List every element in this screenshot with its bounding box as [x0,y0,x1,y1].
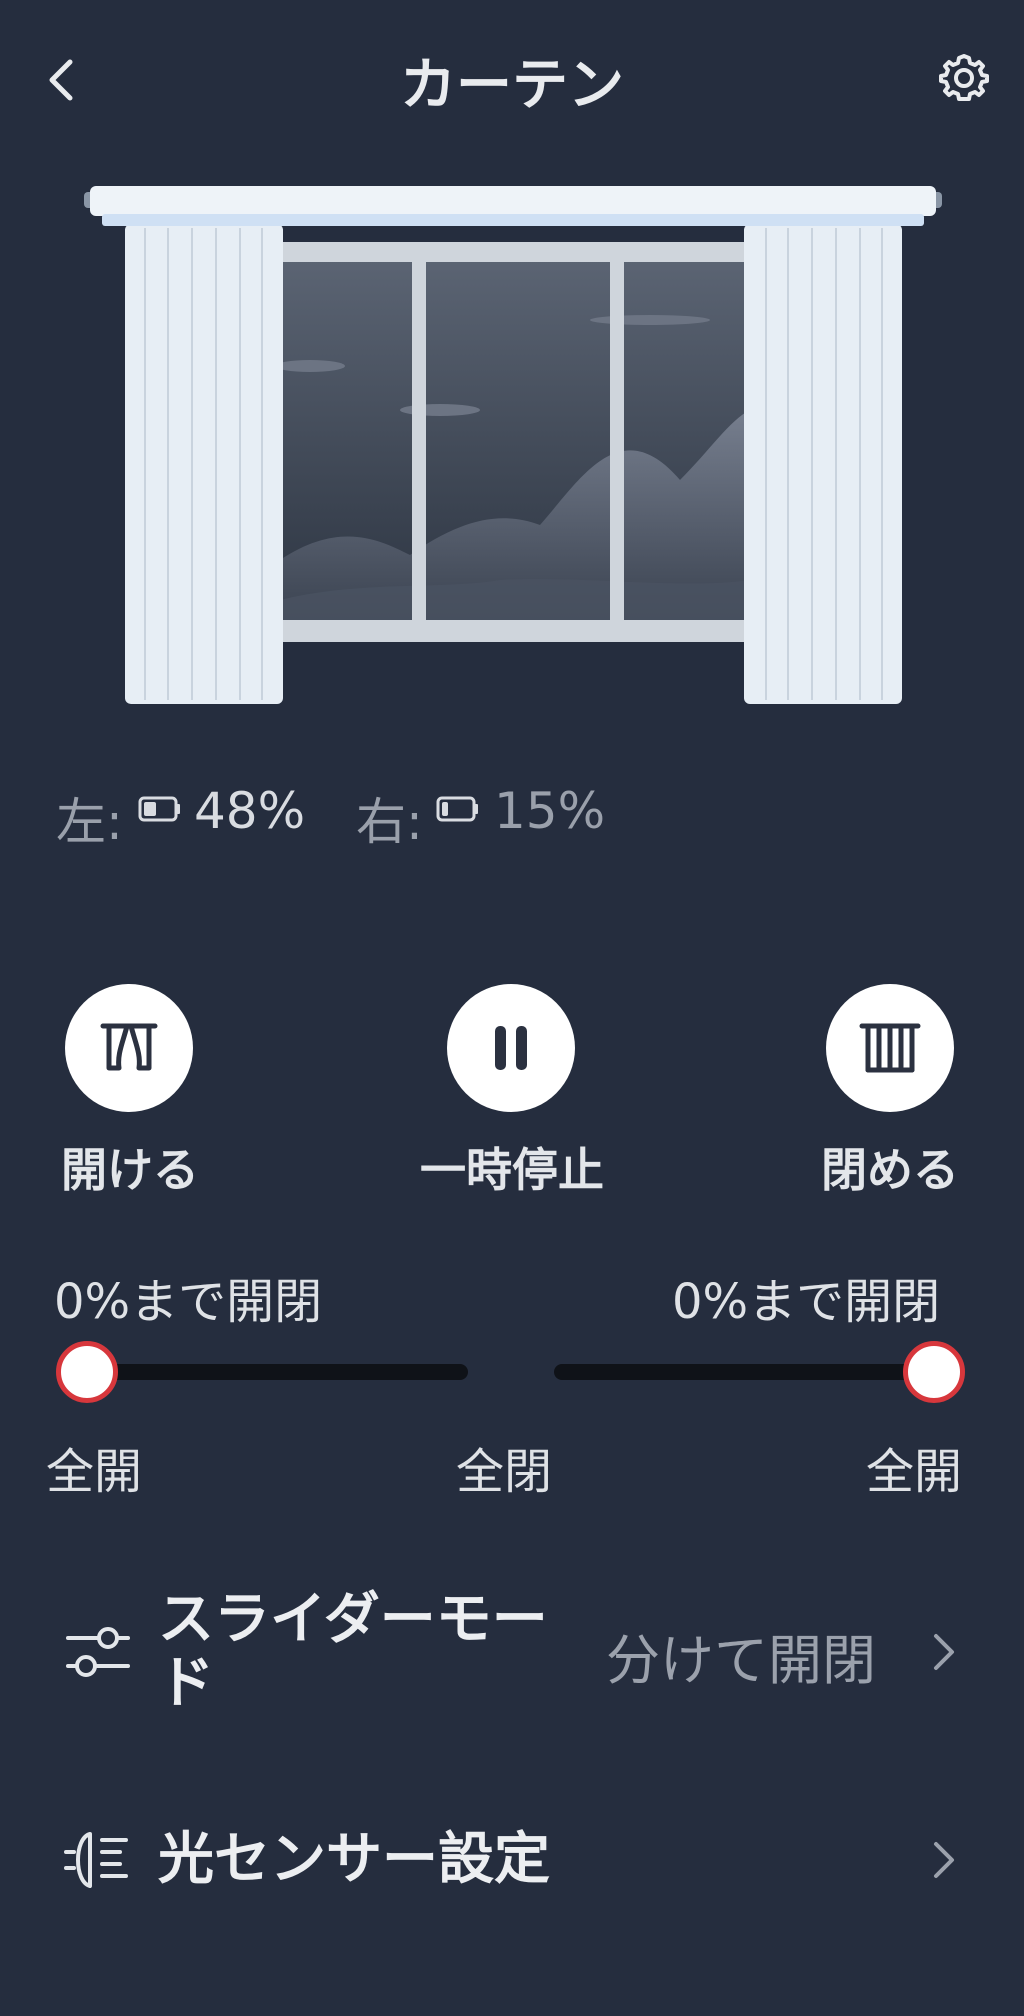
slider-mode-value: 分けて開閉 [606,1629,876,1692]
chevron-right-icon [934,1634,954,1670]
left-battery-label: 左: [56,793,123,851]
center-closed-label: 全閉 [456,1444,553,1500]
slider-mode-title: スライダーモード [158,1587,548,1716]
open-button[interactable] [65,984,193,1112]
close-label: 閉める [821,1143,959,1197]
light-sensor-icon [64,1832,128,1888]
left-slider-value-label: 0%まで開閉 [54,1274,323,1330]
battery-icon [138,796,180,822]
right-slider-track[interactable] [554,1364,934,1380]
pause-button[interactable] [447,984,575,1112]
curtain-illustration [80,180,944,720]
battery-status: 左: 48% 右: 15% [0,782,1024,851]
battery-icon [436,796,478,822]
left-open-label: 全開 [46,1444,143,1500]
right-battery-label: 右: [356,793,423,851]
slider-mode-row[interactable]: スライダーモード 分けて開閉 [0,1570,1024,1730]
light-sensor-row[interactable]: 光センサー設定 [0,1800,1024,1920]
left-slider-thumb[interactable] [56,1341,118,1403]
right-slider-value-label: 0%まで開閉 [672,1274,941,1330]
curtain-close-icon [859,1023,921,1073]
left-slider-track[interactable] [88,1364,468,1380]
slider-mode-icon [66,1627,130,1677]
left-battery-value: 48% [194,782,306,840]
page-title: カーテン [400,53,624,118]
open-label: 開ける [61,1143,199,1197]
right-open-label: 全開 [866,1444,963,1500]
right-slider-thumb[interactable] [903,1341,965,1403]
gear-icon [939,54,989,101]
chevron-right-icon [934,1842,954,1878]
pause-label: 一時停止 [420,1143,604,1197]
pause-icon [495,1026,527,1070]
light-sensor-title: 光センサー設定 [158,1827,550,1892]
curtain-open-icon [100,1023,158,1071]
settings-button[interactable] [936,50,992,106]
close-button[interactable] [826,984,954,1112]
right-battery-value: 15% [494,782,606,840]
